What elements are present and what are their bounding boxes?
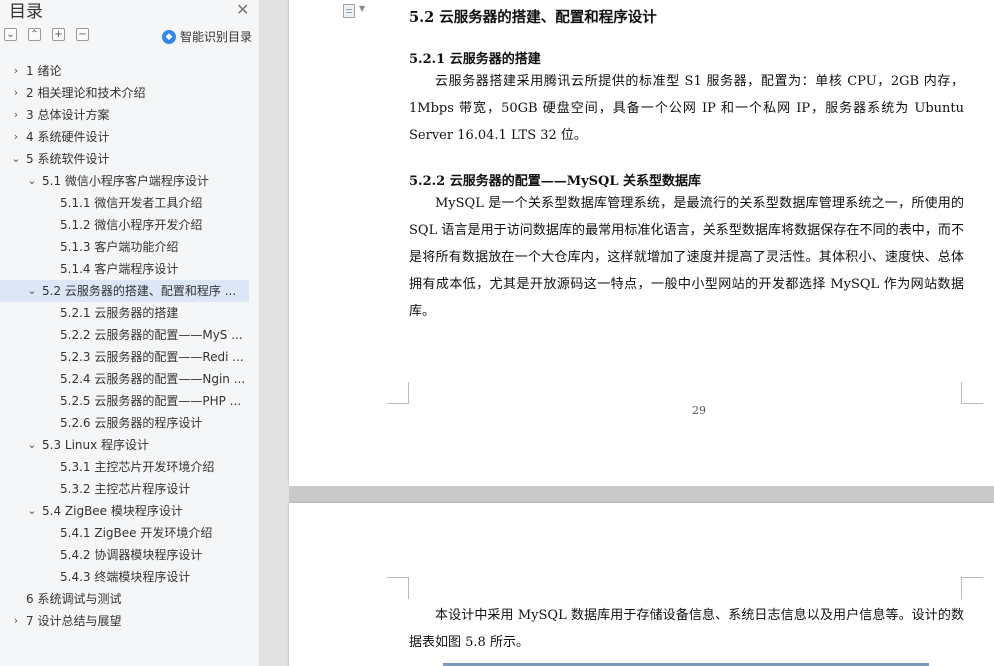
toc-item[interactable]: 5.1.1 微信开发者工具介绍 bbox=[0, 192, 259, 214]
toc-item-label: 5.3.1 主控芯片开发环境介绍 bbox=[60, 460, 215, 474]
chevron-down-icon[interactable]: ⌄ bbox=[26, 500, 38, 522]
margin-corner-mark bbox=[387, 577, 409, 599]
subsection-heading-2: 5.2.2 云服务器的配置——MySQL 关系型数据库 bbox=[409, 174, 702, 189]
margin-corner-mark bbox=[387, 382, 409, 404]
chevron-right-icon[interactable]: › bbox=[10, 126, 22, 148]
chevron-right-icon[interactable]: › bbox=[10, 104, 22, 126]
toc-item[interactable]: 5.4.2 协调器模块程序设计 bbox=[0, 544, 259, 566]
toc-item-label: 5.4.2 协调器模块程序设计 bbox=[60, 548, 203, 562]
toc-item-label: 5.1.1 微信开发者工具介绍 bbox=[60, 196, 203, 210]
section-heading: 5.2 云服务器的搭建、配置和程序设计 bbox=[409, 9, 657, 26]
toc-item-label: 5.2.3 云服务器的配置——Redi ... bbox=[60, 350, 244, 364]
toc-item[interactable]: 5.4.3 终端模块程序设计 bbox=[0, 566, 259, 588]
chevron-down-icon[interactable]: ⌄ bbox=[26, 280, 38, 302]
toc-item-label: 5.3.2 主控芯片程序设计 bbox=[60, 482, 191, 496]
margin-corner-mark bbox=[961, 382, 983, 404]
toc-item[interactable]: 5.2.3 云服务器的配置——Redi ... bbox=[0, 346, 259, 368]
toc-item-label: 4 系统硬件设计 bbox=[26, 130, 110, 144]
toc-item-label: 5.2.4 云服务器的配置——Ngin ... bbox=[60, 372, 246, 386]
toc-item[interactable]: ⌄ 5.2 云服务器的搭建、配置和程序 ... bbox=[0, 280, 259, 302]
toc-item[interactable]: › 3 总体设计方案 bbox=[0, 104, 259, 126]
toc-item-label: 5.1.4 客户端程序设计 bbox=[60, 262, 179, 276]
toc-item-label: 5 系统软件设计 bbox=[26, 152, 110, 166]
document-icon[interactable] bbox=[343, 4, 355, 18]
toc-item[interactable]: 5.2.1 云服务器的搭建 bbox=[0, 302, 259, 324]
toc-item[interactable]: 5.2.2 云服务器的配置——MyS ... bbox=[0, 324, 259, 346]
toc-item-label: 2 相关理论和技术介绍 bbox=[26, 86, 146, 100]
chevron-right-icon[interactable]: › bbox=[10, 82, 22, 104]
toc-item[interactable]: › 7 设计总结与展望 bbox=[0, 610, 259, 632]
collapse-all-icon[interactable]: ⌄ bbox=[4, 28, 17, 41]
toc-item[interactable]: 5.4.1 ZigBee 开发环境介绍 bbox=[0, 522, 259, 544]
page-number: 29 bbox=[692, 404, 706, 417]
smart-toc-icon: ◆ bbox=[162, 29, 176, 44]
toc-item-label: 5.2.2 云服务器的配置——MyS ... bbox=[60, 328, 243, 342]
toc-item-label: 1 绪论 bbox=[26, 64, 62, 78]
remove-heading-icon[interactable]: − bbox=[76, 28, 89, 41]
toc-item-label: 3 总体设计方案 bbox=[26, 108, 110, 122]
toc-item-label: 5.4.3 终端模块程序设计 bbox=[60, 570, 191, 584]
document-area[interactable]: ▼ 5.2 云服务器的搭建、配置和程序设计 5.2.1 云服务器的搭建 云服务器… bbox=[261, 0, 994, 666]
chevron-right-icon[interactable]: › bbox=[10, 610, 22, 632]
toc-item-label: 5.1.3 客户端功能介绍 bbox=[60, 240, 179, 254]
chevron-down-icon[interactable]: ⌄ bbox=[26, 170, 38, 192]
chevron-down-icon[interactable]: ⌄ bbox=[26, 434, 38, 456]
toc-item[interactable]: 6 系统调试与测试 bbox=[0, 588, 259, 610]
sidebar-title: 目录 bbox=[9, 2, 43, 22]
toc-item-label: 5.4 ZigBee 模块程序设计 bbox=[42, 504, 183, 518]
toc-item[interactable]: 5.1.2 微信小程序开发介绍 bbox=[0, 214, 259, 236]
toc-sidebar: 目录 ✕ ⌄ ⌃ + − ◆ 智能识别目录 › 1 绪论 › 2 相关理论和技术介绍 ›… bbox=[0, 0, 260, 666]
toc-item[interactable]: 5.3.2 主控芯片程序设计 bbox=[0, 478, 259, 500]
toc-item[interactable]: 5.1.3 客户端功能介绍 bbox=[0, 236, 259, 258]
toc-item-label: 5.2 云服务器的搭建、配置和程序 ... bbox=[42, 284, 237, 298]
smart-toc-label: 智能识别目录 bbox=[180, 30, 253, 44]
subsection-heading-1: 5.2.1 云服务器的搭建 bbox=[409, 52, 541, 67]
toc-item-label: 6 系统调试与测试 bbox=[26, 592, 122, 606]
page-gap bbox=[289, 486, 994, 503]
toc-item[interactable]: 5.1.4 客户端程序设计 bbox=[0, 258, 259, 280]
page-29: ▼ 5.2 云服务器的搭建、配置和程序设计 5.2.1 云服务器的搭建 云服务器… bbox=[289, 0, 994, 486]
margin-corner-mark bbox=[961, 577, 983, 599]
chevron-right-icon[interactable]: › bbox=[10, 60, 22, 82]
toc-item[interactable]: 5.2.6 云服务器的程序设计 bbox=[0, 412, 259, 434]
toc-item-label: 5.2.1 云服务器的搭建 bbox=[60, 306, 179, 320]
paragraph-db-design: 本设计中采用 MySQL 数据库用于存储设备信息、系统日志信息以及用户信息等。设… bbox=[409, 608, 964, 650]
chevron-down-icon[interactable]: ⌄ bbox=[10, 148, 22, 170]
toc-item-label: 5.4.1 ZigBee 开发环境介绍 bbox=[60, 526, 213, 540]
toc-item[interactable]: › 4 系统硬件设计 bbox=[0, 126, 259, 148]
page-30: 本设计中采用 MySQL 数据库用于存储设备信息、系统日志信息以及用户信息等。设… bbox=[289, 503, 994, 666]
toc-item[interactable]: › 2 相关理论和技术介绍 bbox=[0, 82, 259, 104]
chevron-down-icon[interactable]: ▼ bbox=[359, 4, 365, 13]
toc-item[interactable]: ⌄ 5 系统软件设计 bbox=[0, 148, 259, 170]
toc-item-label: 5.1 微信小程序客户端程序设计 bbox=[42, 174, 209, 188]
toc-item-label: 5.1.2 微信小程序开发介绍 bbox=[60, 218, 203, 232]
expand-up-icon[interactable]: ⌃ bbox=[28, 28, 41, 41]
toc-item[interactable]: ⌄ 5.1 微信小程序客户端程序设计 bbox=[0, 170, 259, 192]
smart-toc-button[interactable]: ◆ 智能识别目录 bbox=[162, 28, 252, 45]
toc-item-label: 5.2.5 云服务器的配置——PHP ... bbox=[60, 394, 242, 408]
close-icon[interactable]: ✕ bbox=[236, 0, 249, 19]
paragraph-mysql: MySQL 是一个关系型数据库管理系统，是最流行的关系型数据库管理系统之一，所使… bbox=[409, 196, 964, 319]
toc-item[interactable]: 5.2.4 云服务器的配置——Ngin ... bbox=[0, 368, 259, 390]
toc-item[interactable]: ⌄ 5.3 Linux 程序设计 bbox=[0, 434, 259, 456]
toc-item[interactable]: 5.2.5 云服务器的配置——PHP ... bbox=[0, 390, 259, 412]
paragraph-server-setup: 云服务器搭建采用腾讯云所提供的标准型 S1 服务器，配置为：单核 CPU，2GB… bbox=[409, 74, 964, 143]
toc-item[interactable]: ⌄ 5.4 ZigBee 模块程序设计 bbox=[0, 500, 259, 522]
toc-item[interactable]: 5.3.1 主控芯片开发环境介绍 bbox=[0, 456, 259, 478]
add-heading-icon[interactable]: + bbox=[52, 28, 65, 41]
toc-item-label: 7 设计总结与展望 bbox=[26, 614, 122, 628]
toc-item-label: 5.2.6 云服务器的程序设计 bbox=[60, 416, 203, 430]
toc-item-label: 5.3 Linux 程序设计 bbox=[42, 438, 150, 452]
toc-item[interactable]: › 1 绪论 bbox=[0, 60, 259, 82]
